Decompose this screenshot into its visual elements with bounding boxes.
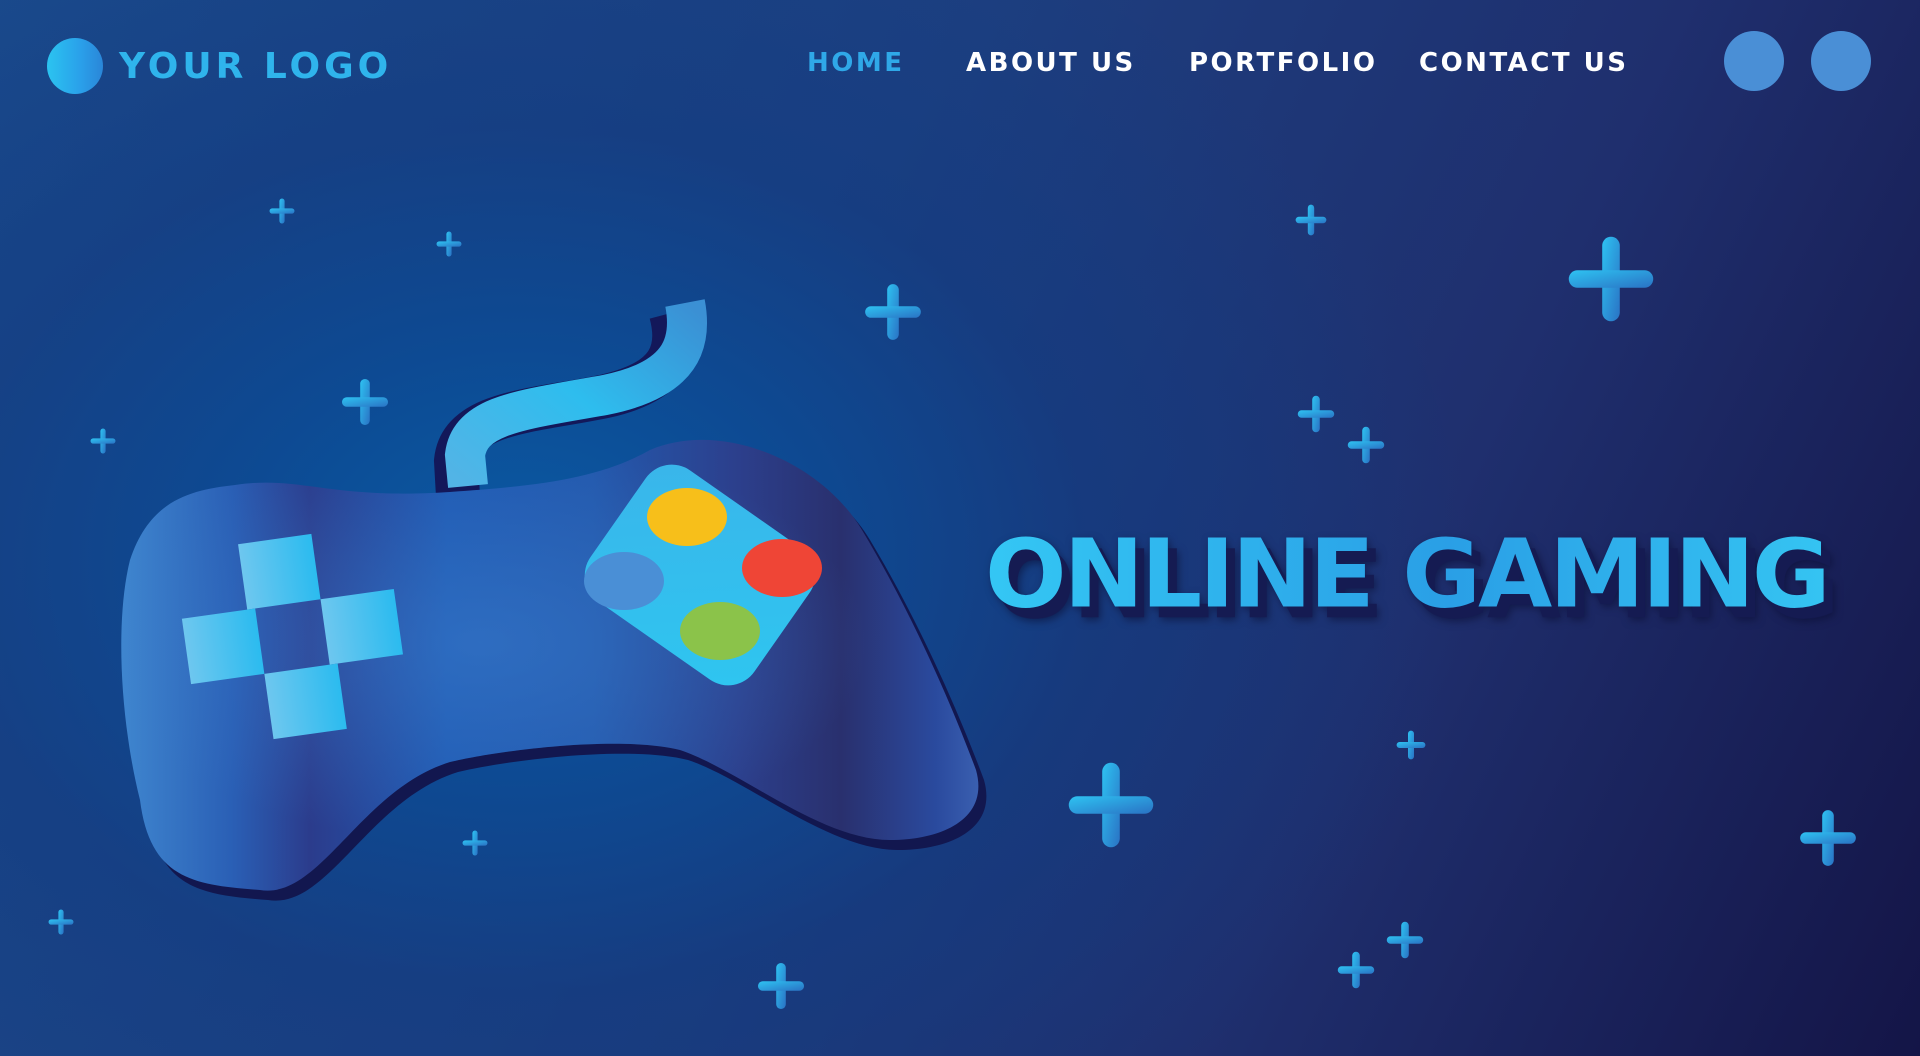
plus-sparkle-icon bbox=[1396, 730, 1426, 760]
plus-sparkle-icon bbox=[1568, 236, 1654, 322]
circle-button-2[interactable] bbox=[1811, 31, 1871, 91]
plus-sparkle-icon bbox=[48, 909, 74, 935]
nav-home[interactable]: HOME bbox=[807, 48, 905, 78]
plus-sparkle-icon bbox=[1347, 426, 1385, 464]
plus-sparkle-icon bbox=[1386, 921, 1424, 959]
hero-title: ONLINE GAMING bbox=[985, 519, 1831, 629]
nav-portfolio[interactable]: PORTFOLIO bbox=[1189, 48, 1377, 78]
plus-sparkle-icon bbox=[1337, 951, 1375, 989]
plus-sparkle-icon bbox=[1800, 810, 1856, 866]
circle-button-1[interactable] bbox=[1724, 31, 1784, 91]
site-header: YOUR LOGO HOME ABOUT US PORTFOLIO CONTAC… bbox=[0, 0, 1920, 130]
gamepad-icon bbox=[121, 299, 987, 901]
nav-about-us[interactable]: ABOUT US bbox=[966, 48, 1136, 78]
main-nav: HOME ABOUT US PORTFOLIO CONTACT US bbox=[0, 48, 1920, 88]
nav-contact-us[interactable]: CONTACT US bbox=[1419, 48, 1629, 78]
plus-sparkle-icon bbox=[1068, 762, 1154, 848]
plus-sparkle-icon bbox=[757, 962, 805, 1010]
plus-sparkle-icon bbox=[269, 198, 295, 224]
plus-sparkle-icon bbox=[1295, 204, 1327, 236]
plus-sparkle-icon bbox=[436, 231, 462, 257]
plus-sparkle-icon bbox=[1297, 395, 1335, 433]
